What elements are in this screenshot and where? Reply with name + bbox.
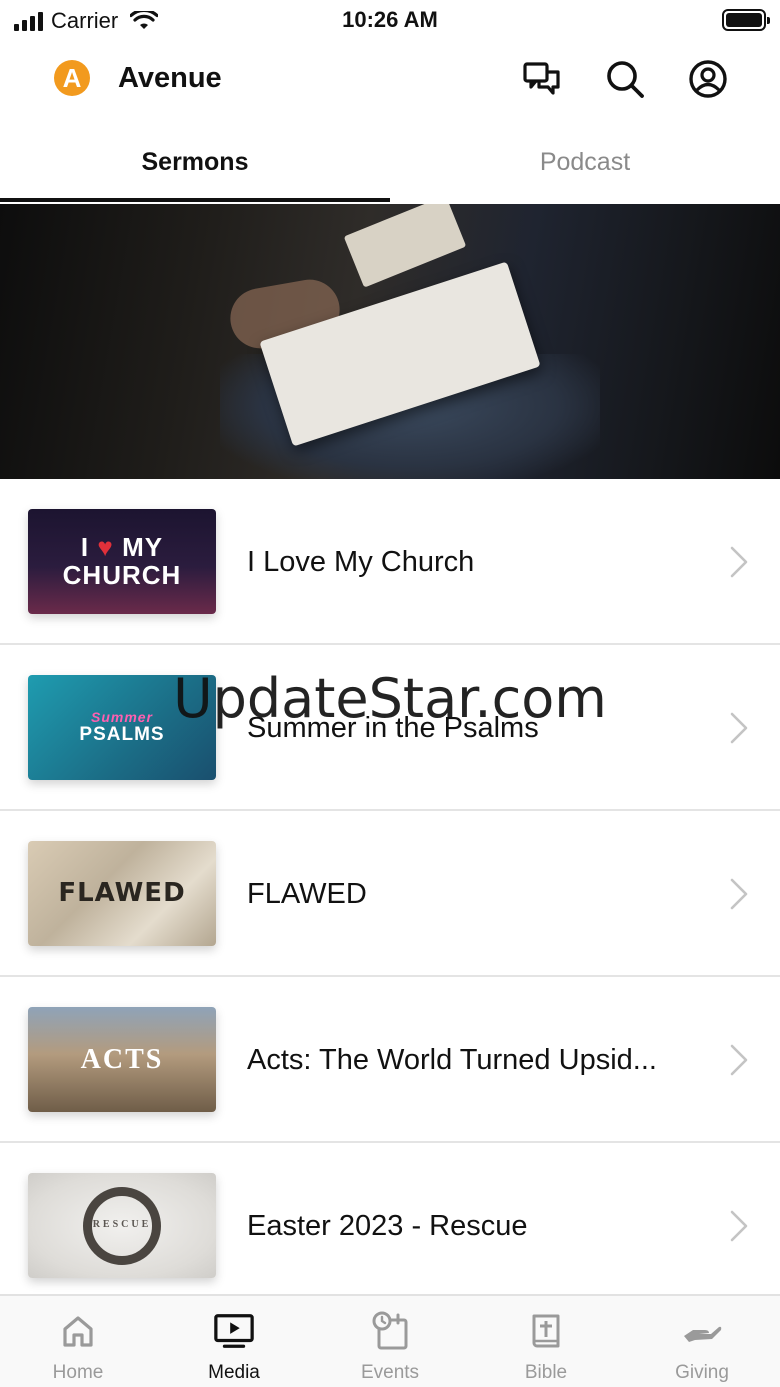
list-item[interactable]: FLAWED FLAWED bbox=[0, 811, 780, 977]
chevron-right-icon bbox=[730, 1210, 748, 1242]
chevron-right-icon bbox=[730, 878, 748, 910]
nav-item-events[interactable]: Events bbox=[312, 1296, 468, 1387]
chevron-right-icon bbox=[730, 1044, 748, 1076]
bottom-nav: Home Media Events Bible Giving bbox=[0, 1294, 780, 1387]
app-header: A Avenue bbox=[0, 48, 780, 112]
series-thumbnail: RESCUE bbox=[28, 1173, 216, 1278]
app-title: Avenue bbox=[118, 62, 222, 94]
nav-item-home[interactable]: Home bbox=[0, 1296, 156, 1387]
series-thumbnail: FLAWED bbox=[28, 841, 216, 946]
media-icon bbox=[213, 1310, 255, 1352]
battery-icon bbox=[722, 9, 770, 31]
chevron-right-icon bbox=[730, 712, 748, 744]
nav-item-bible[interactable]: Bible bbox=[468, 1296, 624, 1387]
sermon-title: Acts: The World Turned Upsid... bbox=[247, 1044, 657, 1076]
search-icon[interactable] bbox=[604, 58, 646, 100]
nav-item-media[interactable]: Media bbox=[156, 1296, 312, 1387]
status-time: 10:26 AM bbox=[342, 7, 438, 32]
avenue-logo-icon: A bbox=[54, 60, 90, 96]
bible-icon bbox=[525, 1310, 567, 1352]
list-item[interactable]: ACTS Acts: The World Turned Upsid... bbox=[0, 977, 780, 1143]
chevron-right-icon bbox=[730, 546, 748, 578]
sermon-title: I Love My Church bbox=[247, 546, 475, 578]
series-thumbnail: ACTS bbox=[28, 1007, 216, 1112]
nav-item-giving[interactable]: Giving bbox=[624, 1296, 780, 1387]
account-icon[interactable] bbox=[687, 58, 729, 100]
nav-label: Media bbox=[208, 1362, 260, 1383]
sermon-title: Summer in the Psalms bbox=[247, 712, 539, 744]
list-item[interactable]: RESCUE Easter 2023 - Rescue bbox=[0, 1143, 780, 1309]
media-tabs: Sermons Podcast bbox=[0, 132, 780, 204]
tab-sermons[interactable]: Sermons bbox=[0, 132, 390, 198]
nav-label: Events bbox=[360, 1362, 420, 1383]
hero-image bbox=[0, 204, 780, 479]
home-icon bbox=[57, 1310, 99, 1352]
chat-icon[interactable] bbox=[521, 58, 563, 100]
list-item[interactable]: Summer PSALMS Summer in the Psalms bbox=[0, 645, 780, 811]
list-item[interactable]: I ♥ MY CHURCH I Love My Church bbox=[0, 479, 780, 645]
series-thumbnail: Summer PSALMS bbox=[28, 675, 216, 780]
sermon-list: I ♥ MY CHURCH I Love My Church Summer PS… bbox=[0, 479, 780, 1309]
series-thumbnail: I ♥ MY CHURCH bbox=[28, 509, 216, 614]
crown-of-thorns-icon: RESCUE bbox=[83, 1186, 161, 1265]
nav-label: Giving bbox=[675, 1362, 729, 1383]
sermon-title: Easter 2023 - Rescue bbox=[247, 1210, 528, 1242]
tab-podcast[interactable]: Podcast bbox=[390, 132, 780, 198]
active-tab-indicator bbox=[0, 198, 390, 202]
sermon-title: FLAWED bbox=[247, 878, 367, 910]
status-bar: Carrier 10:26 AM bbox=[0, 0, 780, 40]
giving-icon bbox=[681, 1310, 723, 1352]
events-icon bbox=[369, 1310, 411, 1352]
nav-label: Home bbox=[52, 1362, 104, 1383]
nav-label: Bible bbox=[524, 1362, 568, 1383]
